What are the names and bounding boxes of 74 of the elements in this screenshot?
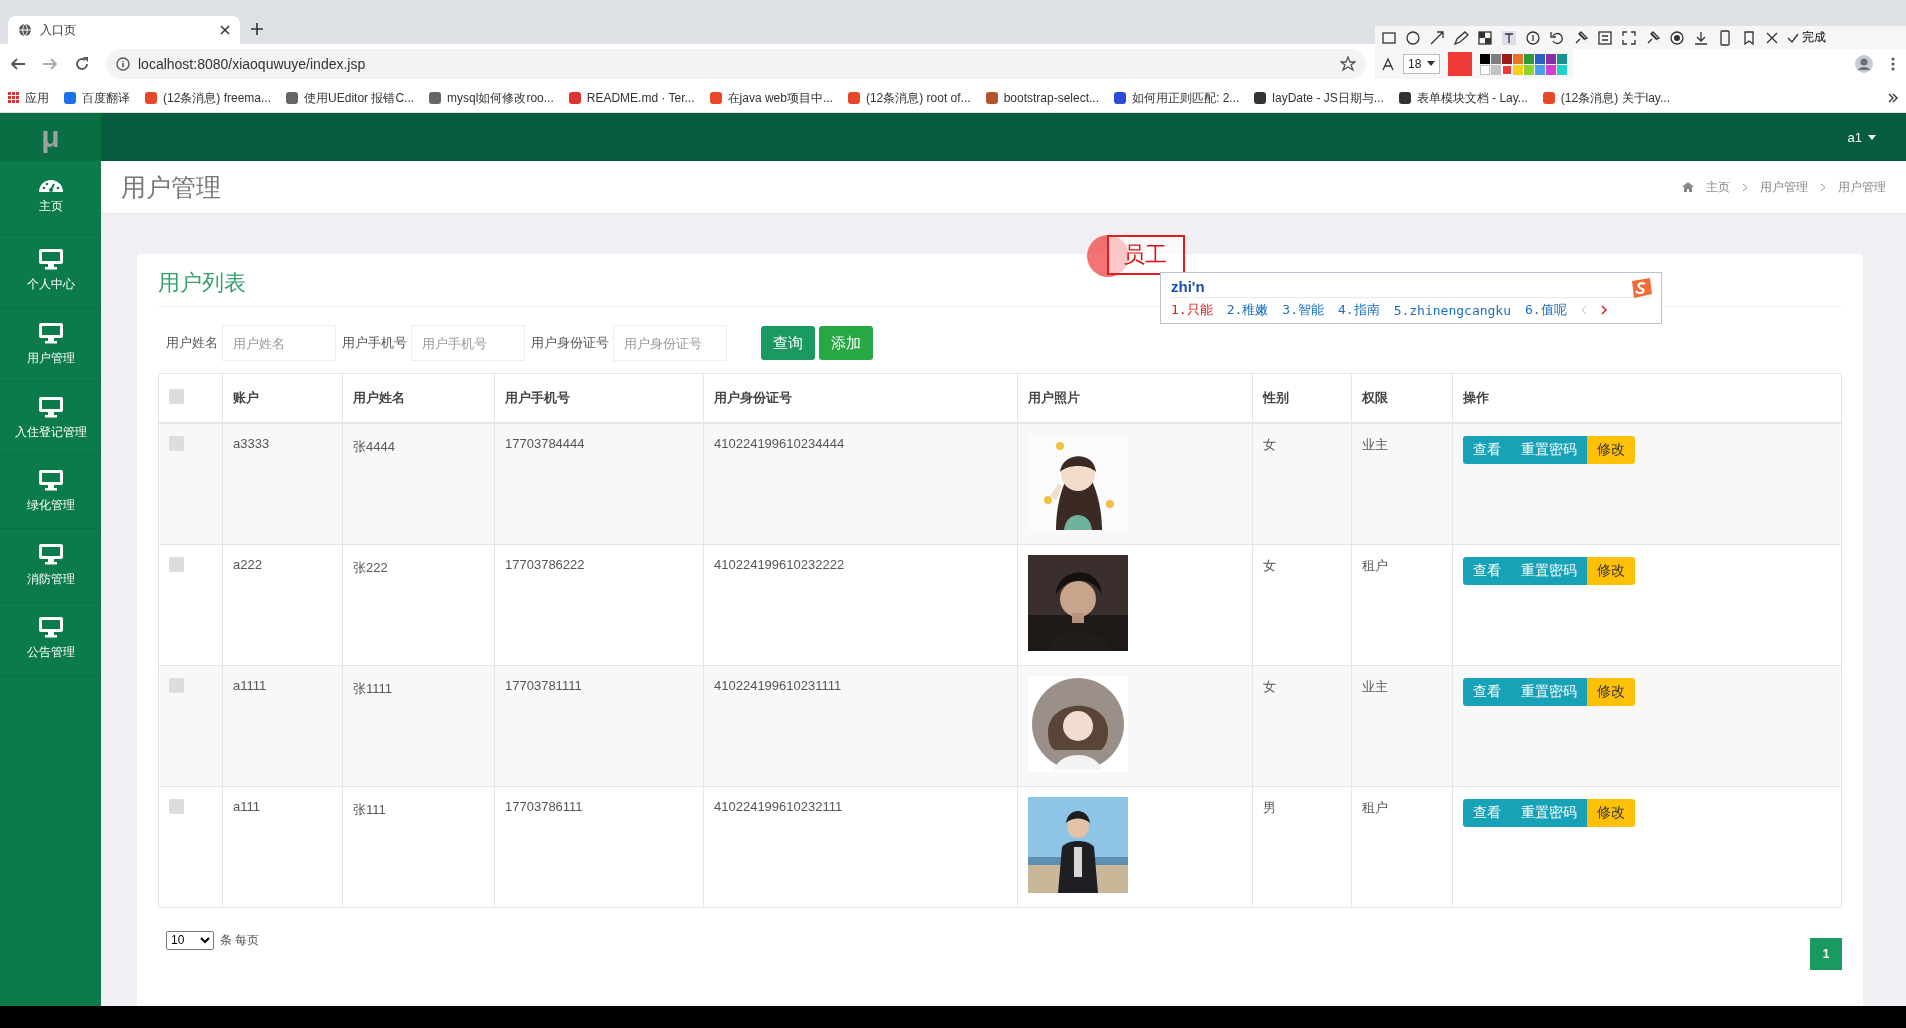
page-button[interactable]: 1 bbox=[1810, 938, 1842, 970]
bookmark[interactable]: (12条消息) 关于lay... bbox=[1541, 89, 1670, 107]
edit-button[interactable]: 修改 bbox=[1587, 436, 1635, 464]
field-label: 用户手机号 bbox=[342, 334, 407, 352]
breadcrumb-item: 用户管理 bbox=[1838, 178, 1886, 196]
view-button[interactable]: 查看 bbox=[1463, 799, 1511, 827]
view-button[interactable]: 查看 bbox=[1463, 436, 1511, 464]
done-button[interactable]: 完成 bbox=[1787, 29, 1826, 46]
page-size-label: 条 每页 bbox=[220, 931, 260, 949]
table-cell: 张4444 bbox=[342, 423, 495, 545]
bookmark[interactable]: 在java web项目中... bbox=[708, 89, 833, 107]
edit-button[interactable]: 修改 bbox=[1587, 799, 1635, 827]
ime-input-text: zhi'n bbox=[1171, 277, 1205, 295]
table-cell: 男 bbox=[1252, 786, 1352, 908]
bookmark[interactable]: README.md · Ter... bbox=[567, 91, 695, 105]
breadcrumb-item[interactable]: 主页 bbox=[1706, 178, 1730, 196]
table-cell: 17703786111 bbox=[494, 786, 704, 908]
bookmark[interactable]: 使用UEditor 报错C... bbox=[285, 89, 415, 107]
table-cell: 410224199610234444 bbox=[703, 423, 1018, 545]
table-cell: 女 bbox=[1252, 423, 1352, 545]
table-cell: a1111 bbox=[222, 665, 343, 787]
field-label: 用户姓名 bbox=[166, 334, 218, 352]
table-cell: 410224199610232111 bbox=[703, 786, 1018, 908]
font-size-select[interactable]: 18 bbox=[1403, 54, 1441, 74]
bookmark[interactable]: (12条消息) freema... bbox=[144, 89, 272, 107]
table-cell: 17703781111 bbox=[494, 665, 704, 787]
url-text: localhost:8080/xiaoquwuye/index.jsp bbox=[138, 56, 366, 72]
view-button[interactable]: 查看 bbox=[1463, 678, 1511, 706]
table-cell: 租户 bbox=[1351, 544, 1453, 666]
table-cell: a222 bbox=[222, 544, 343, 666]
reset-password-button[interactable]: 重置密码 bbox=[1511, 799, 1587, 827]
bookmark[interactable]: bootstrap-select... bbox=[984, 91, 1099, 105]
input-field[interactable]: 用户姓名 bbox=[222, 325, 336, 361]
page-size-select[interactable]: 10 bbox=[166, 930, 214, 950]
search-button[interactable]: 查询 bbox=[761, 326, 815, 360]
table-cell: 17703784444 bbox=[494, 423, 704, 545]
tab-title[interactable]: 入口页 bbox=[40, 21, 212, 39]
user-menu[interactable]: a1 bbox=[1847, 129, 1862, 145]
input-field[interactable]: 用户手机号 bbox=[411, 325, 525, 361]
reset-password-button[interactable]: 重置密码 bbox=[1511, 678, 1587, 706]
table-cell: 业主 bbox=[1351, 665, 1453, 787]
table-cell: 张111 bbox=[342, 786, 495, 908]
annotation-box: 员工 bbox=[1107, 235, 1185, 275]
reset-password-button[interactable]: 重置密码 bbox=[1511, 557, 1587, 585]
table-cell: 张1111 bbox=[342, 665, 495, 787]
bookmark[interactable]: layDate - JS日期与... bbox=[1253, 89, 1384, 107]
bookmark[interactable]: 百度翻译 bbox=[63, 89, 130, 107]
bookmark[interactable]: 如何用正则匹配: 2... bbox=[1113, 89, 1240, 107]
bookmark[interactable]: (12条消息) root of... bbox=[846, 89, 971, 107]
field-label: 用户身份证号 bbox=[531, 334, 609, 352]
logo: μ bbox=[0, 113, 101, 161]
view-button[interactable]: 查看 bbox=[1463, 557, 1511, 585]
bookmark[interactable]: 表单模块文档 - Lay... bbox=[1397, 89, 1528, 107]
table-cell: 租户 bbox=[1351, 786, 1453, 908]
table-cell: 业主 bbox=[1351, 423, 1453, 545]
edit-button[interactable]: 修改 bbox=[1587, 557, 1635, 585]
bookmark[interactable]: mysql如何修改roo... bbox=[428, 89, 554, 107]
bookmark[interactable]: 应用 bbox=[8, 89, 49, 107]
browser-tab[interactable]: 入口页 bbox=[8, 16, 240, 44]
address-bar[interactable]: localhost:8080/xiaoquwuye/index.jsp bbox=[106, 49, 1366, 79]
table-cell: a3333 bbox=[222, 423, 343, 545]
page-title: 用户管理 bbox=[121, 171, 221, 203]
add-button[interactable]: 添加 bbox=[819, 326, 873, 360]
reset-password-button[interactable]: 重置密码 bbox=[1511, 436, 1587, 464]
edit-button[interactable]: 修改 bbox=[1587, 678, 1635, 706]
input-field[interactable]: 用户身份证号 bbox=[613, 325, 727, 361]
table-cell: a111 bbox=[222, 786, 343, 908]
table-cell: 张222 bbox=[342, 544, 495, 666]
table-cell: 410224199610232222 bbox=[703, 544, 1018, 666]
table-cell: 17703786222 bbox=[494, 544, 704, 666]
table-cell: 410224199610231111 bbox=[703, 665, 1018, 787]
table-cell: 女 bbox=[1252, 665, 1352, 787]
table-cell: 女 bbox=[1252, 544, 1352, 666]
breadcrumb-item[interactable]: 用户管理 bbox=[1760, 178, 1808, 196]
